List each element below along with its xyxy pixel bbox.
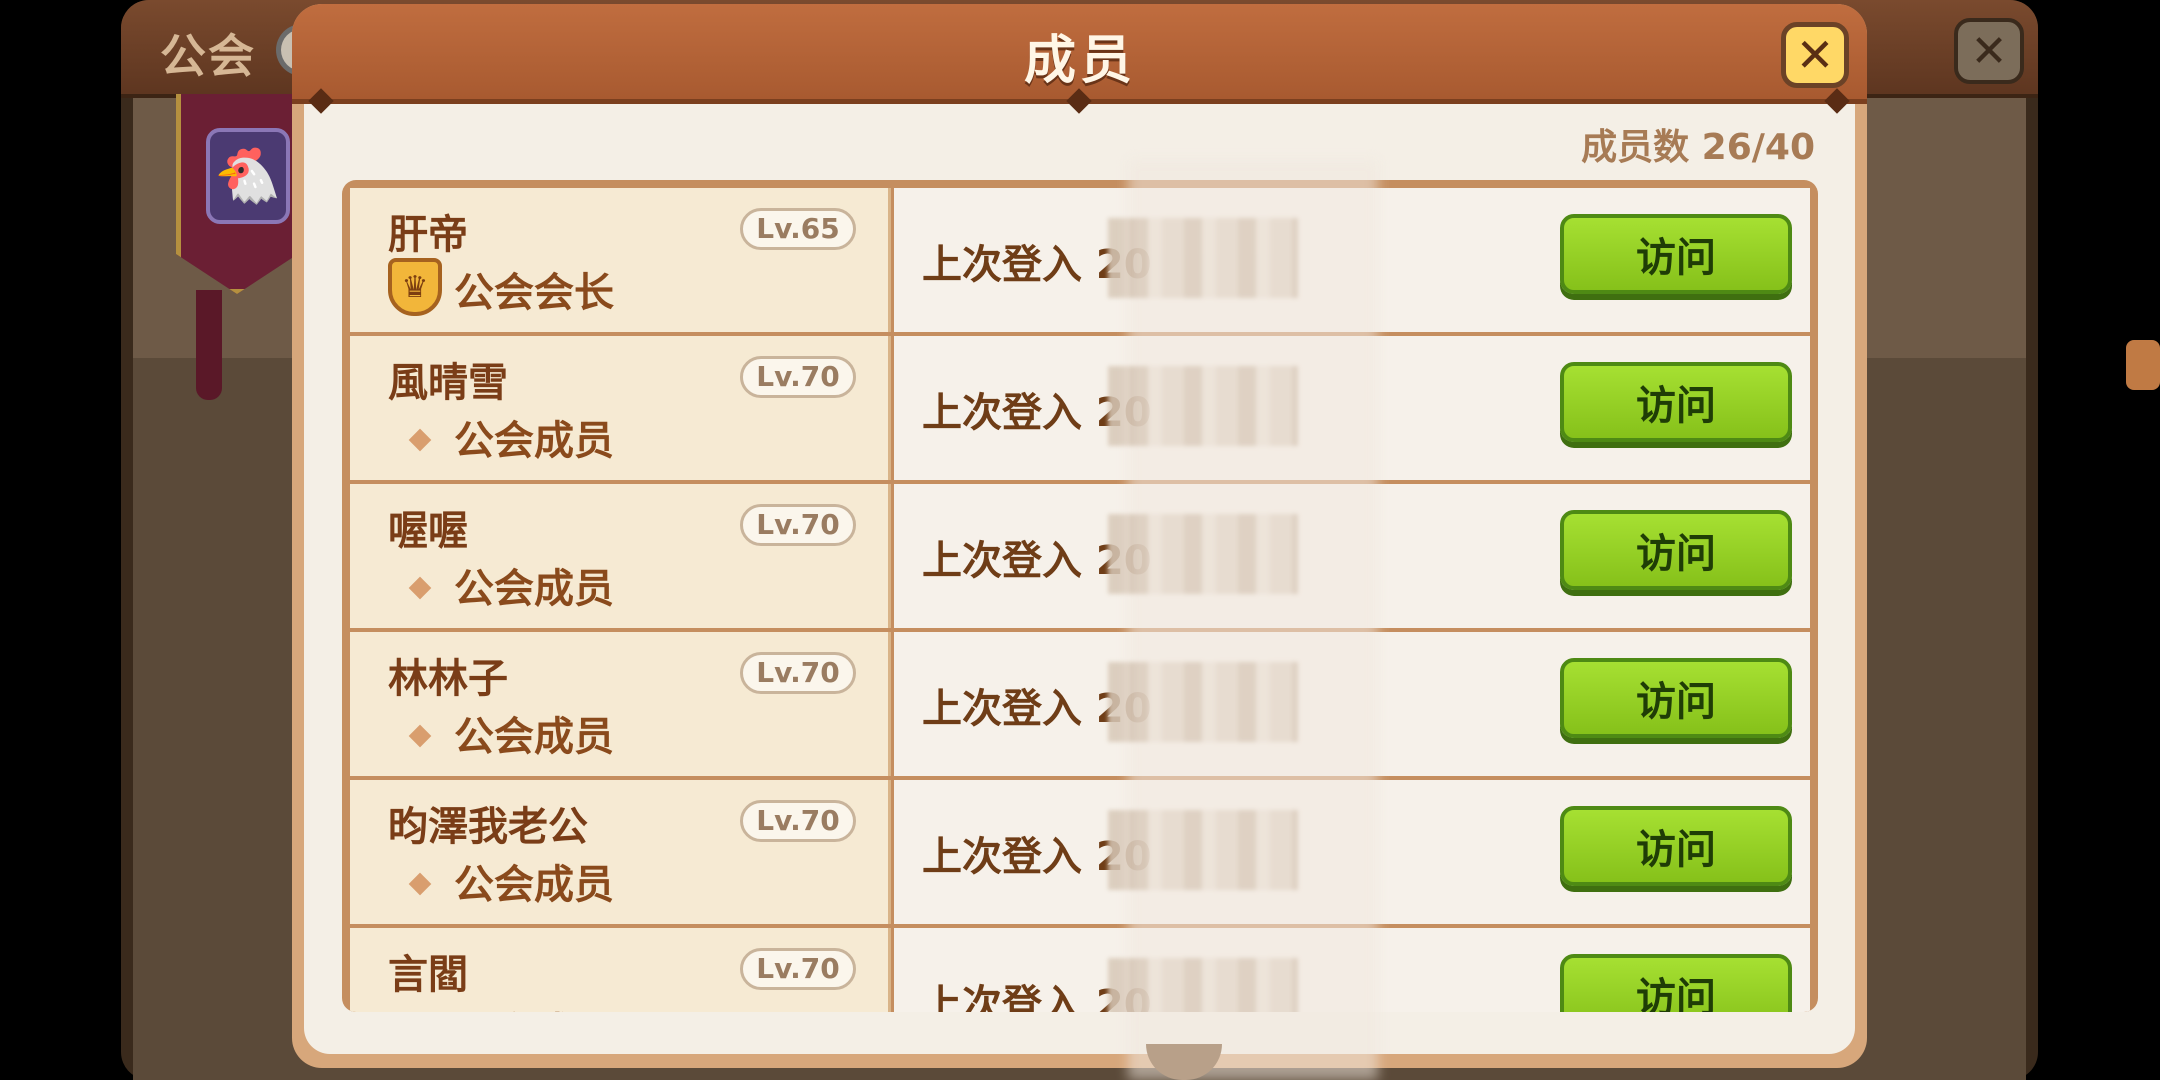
member-row: 喔喔 Lv.70 公会成员 上次登入 20 访问 [350,484,1810,628]
visit-button[interactable]: 访问 [1560,658,1792,738]
level-badge: Lv.70 [740,652,856,694]
member-name: 喔喔 [388,508,468,554]
member-name: 言閻 [388,952,468,998]
visit-button[interactable]: 访问 [1560,362,1792,442]
member-info: 喔喔 Lv.70 公会成员 [350,484,891,628]
member-role: 公会会长 [454,270,614,316]
privacy-blur-overlay [1128,160,1378,1080]
visit-button[interactable]: 访问 [1560,954,1792,1012]
level-badge: Lv.70 [740,504,856,546]
crown-icon: ♛ [388,258,442,316]
member-role: 公会成员 [454,1000,614,1012]
visit-button[interactable]: 访问 [1560,806,1792,886]
member-info: 言閻 Lv.70 公会成员 [350,928,891,1012]
diamond-icon [408,428,432,452]
member-list-viewport[interactable]: 肝帝 Lv.65 ♛ 公会会长 上次登入 20 访问 風晴雪 Lv.70 公会成员 上次登入 20… [350,188,1810,1012]
close-icon: ✕ [1795,28,1835,82]
visit-button[interactable]: 访问 [1560,510,1792,590]
member-row: 肝帝 Lv.65 ♛ 公会会长 上次登入 20 访问 [350,188,1810,332]
level-badge: Lv.70 [740,800,856,842]
visit-button[interactable]: 访问 [1560,214,1792,294]
member-info: 肝帝 Lv.65 ♛ 公会会长 [350,188,891,332]
member-count: 成员数 26/40 [1581,127,1815,168]
member-row: 言閻Lv.70公会成员上次登入 20访问 [350,928,1810,1012]
diamond-icon [408,576,432,600]
level-badge: Lv.65 [740,208,856,250]
member-name: 昀澤我老公 [388,804,588,850]
member-name: 林林子 [388,656,508,702]
close-button[interactable]: ✕ [1781,22,1849,88]
member-role: 公会成员 [454,566,614,612]
member-name: 肝帝 [388,212,468,258]
member-list[interactable]: 肝帝 Lv.65 ♛ 公会会长 上次登入 20 访问 風晴雪 Lv.70 公会成员 上次登入 20… [342,180,1818,1012]
level-badge: Lv.70 [740,948,856,990]
member-role: 公会成员 [454,714,614,760]
diamond-icon [408,724,432,748]
member-role: 公会成员 [454,862,614,908]
chicken-emblem-icon: 🐔 [206,128,290,224]
level-badge: Lv.70 [740,356,856,398]
member-name: 風晴雪 [388,360,508,406]
member-row: 林林子 Lv.70 公会成员 上次登入 20 访问 [350,632,1810,776]
banner-tail [196,290,222,400]
member-row: 昀澤我老公 Lv.70 公会成员 上次登入 20 访问 [350,780,1810,924]
member-info: 林林子 Lv.70 公会成员 [350,632,891,776]
member-role: 公会成员 [454,418,614,464]
diamond-icon [408,872,432,896]
member-row: 風晴雪 Lv.70 公会成员 上次登入 20 访问 [350,336,1810,480]
member-info: 風晴雪 Lv.70 公会成员 [350,336,891,480]
member-info: 昀澤我老公 Lv.70 公会成员 [350,780,891,924]
side-character-edge [2126,340,2160,390]
